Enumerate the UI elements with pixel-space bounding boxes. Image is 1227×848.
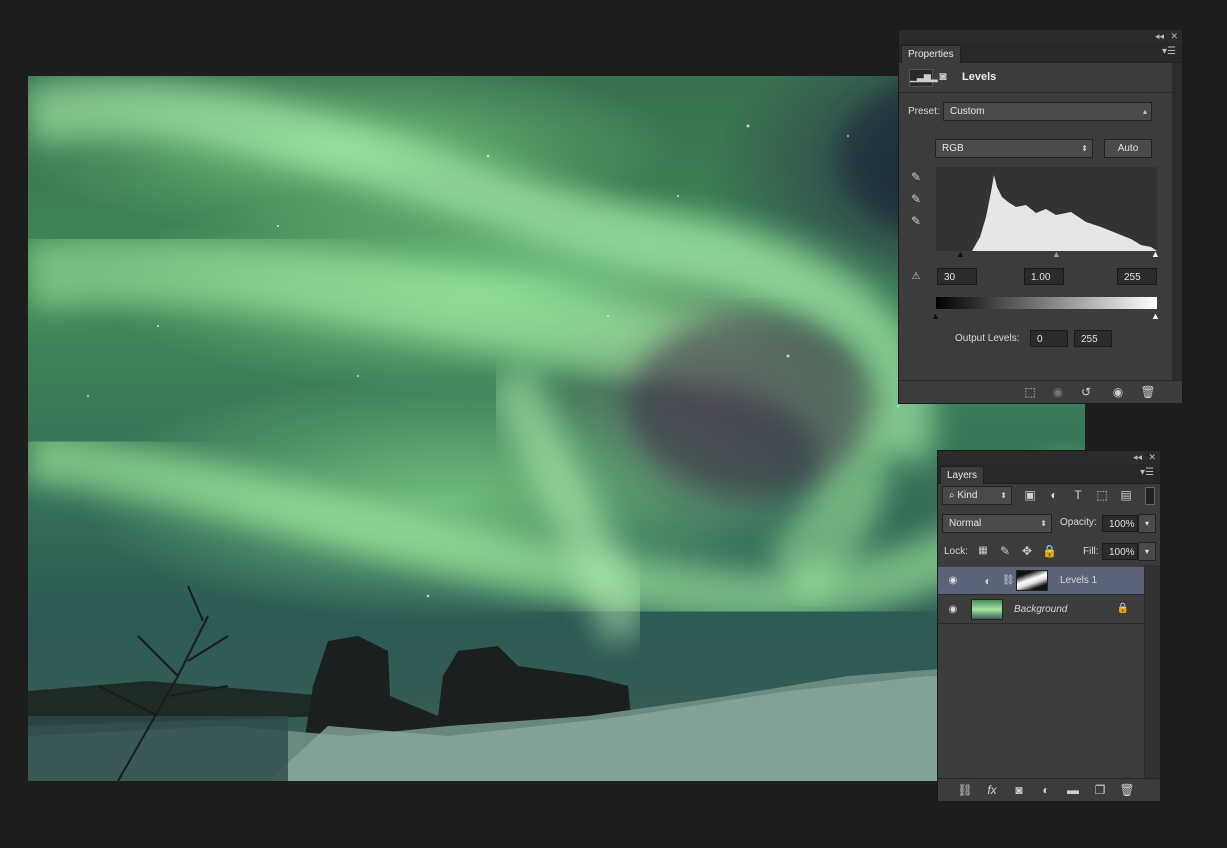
new-layer-icon[interactable]: ❐ [1091, 783, 1109, 797]
layer-mask-icon[interactable]: ◙ [935, 69, 951, 85]
input-white-field[interactable]: 255 [1117, 268, 1157, 285]
properties-footer: ⬚ ◉ ↺ ◉ 🗑 [899, 380, 1182, 403]
output-black-field[interactable]: 0 [1030, 330, 1068, 347]
updown-arrow-icon: ⬍ [1081, 144, 1088, 153]
layers-scrollbar[interactable] [1144, 565, 1160, 778]
blend-mode-select[interactable]: Normal ⬍ [942, 514, 1052, 533]
layers-titlebar: ◂◂ ✕ [938, 451, 1160, 464]
type-filter-icon[interactable]: T [1070, 488, 1086, 502]
gray-eyedropper-icon[interactable]: ✎ [908, 192, 924, 206]
tab-layers[interactable]: Layers [940, 466, 985, 484]
fill-label: Fill: [1083, 546, 1099, 557]
collapse-icon[interactable]: ◂◂ [1155, 30, 1164, 43]
tab-properties[interactable]: Properties [901, 45, 961, 63]
panel-menu-icon[interactable]: ▾☰ [1162, 46, 1176, 57]
updown-arrow-icon: ▴ [1142, 107, 1147, 116]
trash-icon[interactable]: 🗑 [1118, 783, 1136, 797]
updown-arrow-icon: ⬍ [1040, 519, 1047, 528]
adjustment-title: Levels [962, 71, 997, 83]
updown-arrow-icon: ⬍ [1000, 491, 1007, 500]
lock-label: Lock: [944, 546, 968, 557]
channel-select[interactable]: RGB ⬍ [935, 139, 1093, 158]
layers-panel: ◂◂ ✕ Layers ▾☰ ⌕ Kind ⬍ ▣ ◐ T ⬚ ▤ Normal… [937, 450, 1161, 802]
properties-titlebar: ◂◂ ✕ [899, 30, 1182, 43]
levels-adjustment-icon[interactable]: ▁▃▆▂ [909, 69, 938, 87]
properties-header: ▁▃▆▂ ◙ Levels [899, 63, 1172, 93]
preset-label: Preset: [908, 106, 940, 117]
lock-image-icon[interactable]: ✎ [998, 544, 1012, 558]
output-black-slider[interactable]: ▲ [931, 309, 940, 323]
preset-value: Custom [950, 106, 985, 117]
output-levels-label: Output Levels: [955, 333, 1020, 344]
auto-button[interactable]: Auto [1104, 139, 1152, 158]
visibility-eye-icon[interactable]: ◉ [946, 604, 960, 616]
layer-thumbnail[interactable] [971, 599, 1003, 620]
properties-scrollbar[interactable] [1172, 63, 1182, 380]
visibility-eye-icon[interactable]: ◉ [1109, 385, 1127, 399]
clipping-warning-icon[interactable]: ⚠ [906, 270, 926, 284]
opacity-label: Opacity: [1060, 517, 1097, 528]
smart-object-filter-icon[interactable]: ▤ [1118, 488, 1134, 502]
layer-row-background[interactable]: ◉ Background 🔒 [938, 596, 1146, 624]
fx-icon[interactable]: fx [983, 783, 1001, 797]
mask-icon[interactable]: ◙ [1010, 783, 1028, 797]
lock-transparency-icon[interactable]: ▦ [976, 544, 990, 558]
blend-mode-value: Normal [949, 518, 982, 529]
view-previous-state-icon[interactable]: ◉ [1049, 385, 1067, 399]
output-white-field[interactable]: 255 [1074, 330, 1112, 347]
opacity-field[interactable]: 100% [1102, 515, 1138, 532]
layer-name[interactable]: Levels 1 [1060, 575, 1097, 586]
filter-kind-value: Kind [957, 490, 978, 501]
gamma-slider[interactable]: ▲ [1052, 247, 1061, 261]
layer-name[interactable]: Background [1014, 604, 1067, 615]
layer-row-levels[interactable]: ◉ ◐ ⛓ Levels 1 [938, 567, 1146, 595]
panel-menu-icon[interactable]: ▾☰ [1140, 467, 1154, 478]
shape-filter-icon[interactable]: ⬚ [1094, 488, 1110, 502]
fill-dropdown[interactable]: ▾ [1138, 542, 1156, 561]
output-gradient-bar [936, 297, 1157, 309]
input-black-field[interactable]: 30 [937, 268, 977, 285]
histogram [936, 167, 1157, 251]
collapse-icon[interactable]: ◂◂ [1133, 451, 1142, 464]
channel-value: RGB [942, 143, 964, 154]
white-eyedropper-icon[interactable]: ✎ [908, 214, 924, 228]
adjustment-layer-icon: ◐ [984, 574, 992, 588]
input-gamma-field[interactable]: 1.00 [1024, 268, 1064, 285]
layers-tabrow: Layers ▾☰ [938, 464, 1160, 484]
layers-body: ⌕ Kind ⬍ ▣ ◐ T ⬚ ▤ Normal ⬍ Opacity: 100… [938, 484, 1160, 778]
histogram-graph [972, 175, 1157, 251]
trash-icon[interactable]: 🗑 [1139, 385, 1157, 399]
black-point-slider[interactable]: ▲ [956, 247, 965, 261]
layers-footer: ⛓ fx ◙ ◐ ▬ ❐ 🗑 [938, 778, 1160, 801]
adjustment-filter-icon[interactable]: ◐ [1046, 488, 1062, 502]
properties-tabrow: Properties ▾☰ [899, 43, 1182, 63]
filter-kind-select[interactable]: ⌕ Kind ⬍ [942, 486, 1012, 505]
pixel-filter-icon[interactable]: ▣ [1022, 488, 1038, 502]
opacity-dropdown[interactable]: ▾ [1138, 514, 1156, 533]
close-icon[interactable]: ✕ [1148, 451, 1156, 464]
properties-body: ▁▃▆▂ ◙ Levels Preset: Custom ▴ RGB ⬍ Aut… [899, 63, 1172, 380]
filter-toggle[interactable] [1145, 487, 1155, 505]
properties-panel: ◂◂ ✕ Properties ▾☰ ▁▃▆▂ ◙ Levels Preset:… [898, 29, 1183, 404]
layer-mask-thumbnail[interactable] [1016, 570, 1048, 591]
black-eyedropper-icon[interactable]: ✎ [908, 170, 924, 184]
white-point-slider[interactable]: ▲ [1151, 247, 1160, 261]
preset-select[interactable]: Custom ▴ [943, 102, 1152, 121]
fill-field[interactable]: 100% [1102, 543, 1138, 560]
link-icon[interactable]: ⛓ [956, 783, 974, 797]
reset-icon[interactable]: ↺ [1077, 385, 1095, 399]
adjustment-icon[interactable]: ◐ [1037, 783, 1055, 797]
visibility-eye-icon[interactable]: ◉ [946, 575, 960, 587]
close-icon[interactable]: ✕ [1170, 30, 1178, 43]
output-white-slider[interactable]: ▲ [1151, 309, 1160, 323]
clip-to-layer-icon[interactable]: ⬚ [1021, 385, 1039, 399]
lock-all-icon[interactable]: 🔒 [1042, 544, 1057, 558]
folder-icon[interactable]: ▬ [1064, 783, 1082, 797]
lock-icon: 🔒 [1116, 603, 1130, 614]
lock-position-icon[interactable]: ✥ [1020, 544, 1034, 558]
mask-link-icon[interactable]: ⛓ [1002, 574, 1015, 588]
